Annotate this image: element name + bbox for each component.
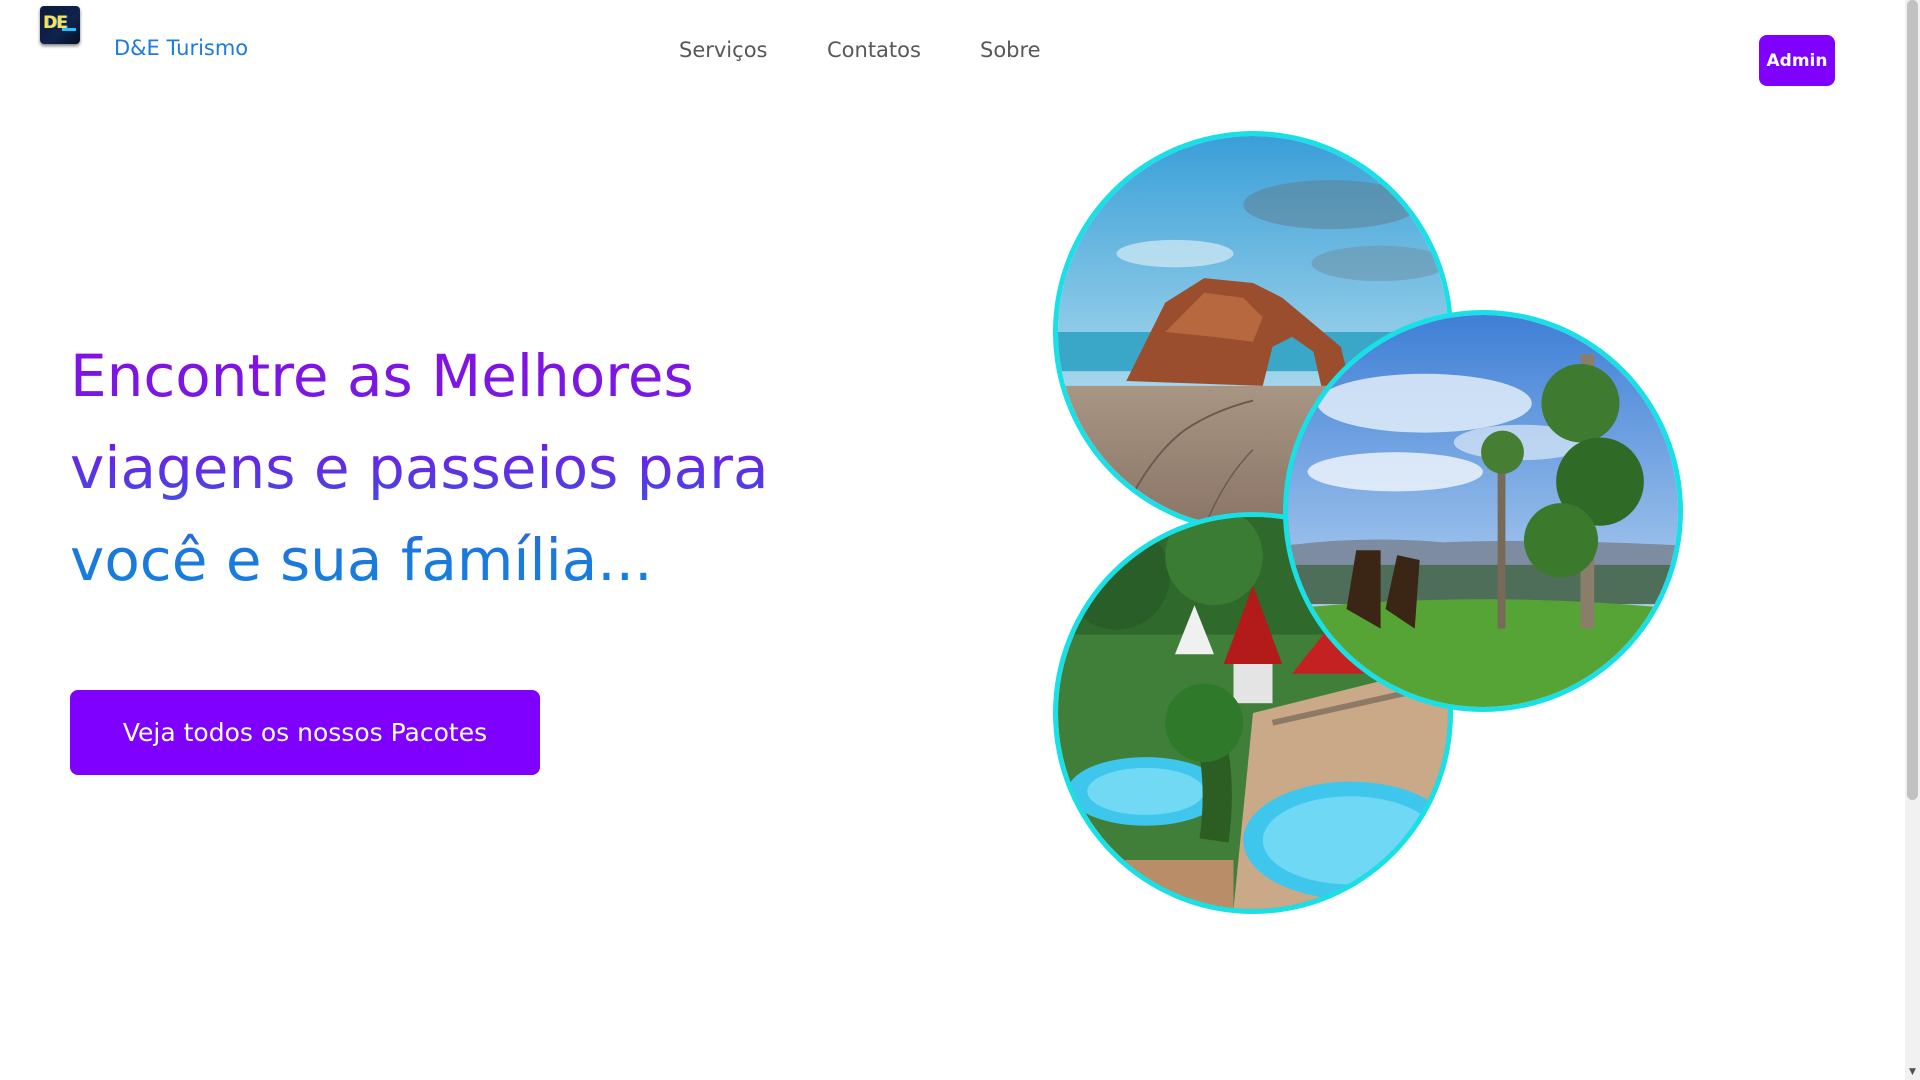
admin-button[interactable]: Admin	[1759, 35, 1835, 86]
mountain-view-photo	[1283, 310, 1683, 712]
hero-title: Encontre as Melhores viagens e passeios …	[70, 330, 970, 606]
hero-title-line: Encontre as Melhores	[70, 342, 694, 410]
logo-stripe	[62, 28, 76, 31]
nav-contatos[interactable]: Contatos	[827, 38, 921, 62]
hero-title-line: você e sua família...	[70, 526, 653, 594]
hero-title-line: viagens e passeios para	[70, 434, 769, 502]
brand-name[interactable]: D&E Turismo	[114, 36, 248, 60]
scroll-down-arrow-icon[interactable]: ▼	[1907, 1067, 1918, 1078]
nav-servicos[interactable]: Serviços	[679, 38, 767, 62]
page-scrollbar[interactable]: ▼	[1905, 0, 1920, 1080]
scrollbar-thumb[interactable]	[1907, 0, 1918, 800]
logo[interactable]: DE	[40, 6, 80, 44]
packages-button[interactable]: Veja todos os nossos Pacotes	[70, 690, 540, 775]
nav-sobre[interactable]: Sobre	[980, 38, 1041, 62]
page: DE D&E Turismo Serviços Contatos Sobre A…	[0, 0, 1920, 1080]
